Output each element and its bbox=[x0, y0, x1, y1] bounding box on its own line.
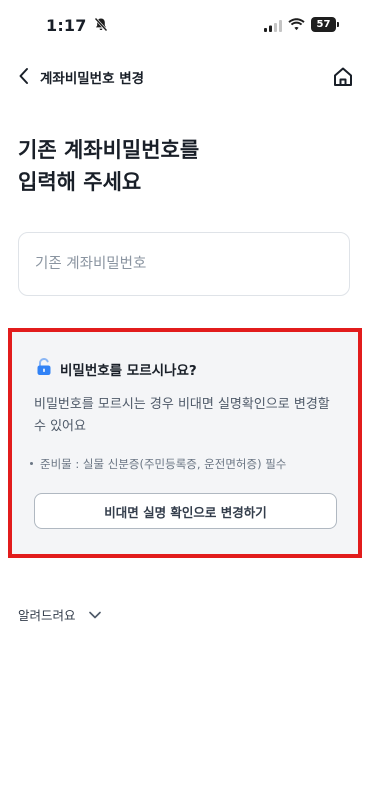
headline-line-1: 기존 계좌비밀번호를 bbox=[18, 138, 200, 162]
current-password-input[interactable] bbox=[18, 232, 350, 296]
page-headline: 기존 계좌비밀번호를 입력해 주세요 bbox=[18, 134, 199, 198]
navigation-bar: 계좌비밀번호 변경 bbox=[0, 58, 370, 94]
back-button[interactable] bbox=[12, 62, 38, 90]
notice-label: 알려드려요 bbox=[18, 608, 76, 623]
wifi-icon bbox=[288, 18, 305, 31]
signal-icon bbox=[264, 20, 282, 32]
help-title: 비밀번호를 모르시나요? bbox=[60, 363, 197, 379]
help-description: 비밀번호를 모르시는 경우 비대면 실명확인으로 변경할 수 있어요 bbox=[34, 397, 330, 434]
page-title: 계좌비밀번호 변경 bbox=[40, 71, 145, 87]
headline-line-2: 입력해 주세요 bbox=[18, 170, 142, 194]
bullet-icon bbox=[30, 462, 33, 465]
required-items-note: 준비물 : 실물 신분증(주민등록증, 운전면허증) 필수 bbox=[30, 456, 286, 472]
battery-indicator: 57 bbox=[311, 17, 336, 32]
status-time: 1:17 bbox=[46, 16, 87, 35]
battery-cap bbox=[337, 22, 339, 27]
chevron-down-icon bbox=[88, 611, 101, 618]
lock-open-icon bbox=[37, 358, 51, 375]
required-items-text: 준비물 : 실물 신분증(주민등록증, 운전면허증) 필수 bbox=[40, 457, 287, 471]
chevron-left-icon bbox=[19, 68, 28, 84]
home-icon bbox=[334, 67, 352, 86]
bell-muted-icon bbox=[94, 17, 108, 32]
home-button[interactable] bbox=[330, 64, 356, 90]
status-bar: 1:17 57 bbox=[0, 0, 370, 50]
non-face-to-face-verification-button[interactable]: 비대면 실명 확인으로 변경하기 bbox=[34, 493, 337, 529]
notice-toggle[interactable]: 알려드려요 bbox=[18, 604, 101, 624]
